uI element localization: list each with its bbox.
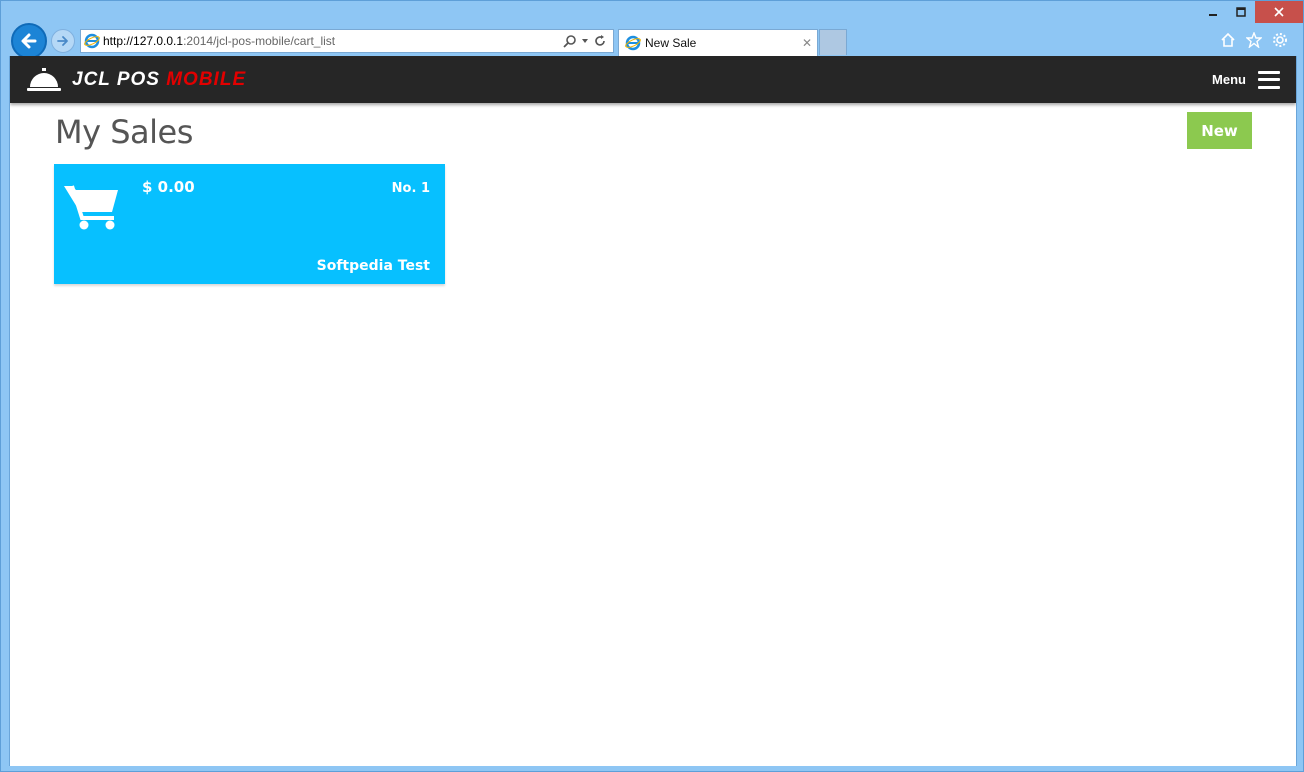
maximize-icon[interactable] — [1227, 1, 1255, 23]
address-tools — [563, 34, 613, 48]
title-row: My Sales New — [10, 103, 1296, 161]
window-controls — [1199, 1, 1303, 23]
tab-title: New Sale — [645, 36, 697, 50]
search-icon[interactable] — [563, 34, 577, 48]
close-window-icon[interactable] — [1255, 1, 1303, 23]
minimize-icon[interactable] — [1199, 1, 1227, 23]
menu-toggle[interactable]: Menu — [1212, 70, 1280, 89]
tab-close-icon[interactable]: ✕ — [797, 36, 817, 50]
chevron-down-icon[interactable] — [581, 37, 589, 45]
back-button[interactable] — [11, 23, 47, 59]
cart-customer: Softpedia Test — [316, 258, 430, 274]
shopping-cart-icon — [64, 185, 118, 230]
app-header: JCL POS MOBILE Menu — [10, 56, 1296, 103]
gear-icon[interactable] — [1271, 31, 1289, 49]
brand[interactable]: JCL POS MOBILE — [26, 67, 246, 93]
menu-label: Menu — [1212, 72, 1246, 87]
service-bell-icon — [27, 67, 61, 91]
new-sale-button[interactable]: New — [1187, 112, 1252, 149]
refresh-icon[interactable] — [593, 34, 607, 48]
cart-amount: $ 0.00 — [142, 178, 195, 196]
browser-toolbar — [1219, 31, 1289, 49]
ie-tab-icon — [625, 35, 641, 51]
arrow-right-icon — [57, 36, 68, 46]
cart-card[interactable]: $ 0.00 No. 1 Softpedia Test — [54, 164, 445, 284]
arrow-left-icon — [21, 33, 37, 49]
brand-name-main: JCL POS — [72, 68, 167, 90]
favorites-star-icon[interactable] — [1245, 31, 1263, 49]
url-host: http://127.0.0.1 — [103, 34, 184, 48]
brand-name-accent: MOBILE — [166, 68, 247, 90]
home-icon[interactable] — [1219, 31, 1237, 49]
page-title: My Sales — [55, 113, 193, 151]
brand-name: JCL POS MOBILE — [72, 69, 246, 91]
hamburger-icon — [1258, 70, 1280, 89]
url-text[interactable]: http://127.0.0.1:2014/jcl-pos-mobile/car… — [103, 34, 563, 48]
browser-tab[interactable]: New Sale ✕ — [618, 29, 818, 56]
ie-logo-icon — [81, 30, 103, 52]
cart-number: No. 1 — [391, 181, 430, 196]
new-tab-button[interactable] — [819, 29, 847, 55]
page-viewport: JCL POS MOBILE Menu My Sales New $ 0.00 … — [9, 56, 1297, 766]
browser-window: http://127.0.0.1:2014/jcl-pos-mobile/car… — [0, 0, 1304, 772]
forward-button[interactable] — [51, 29, 75, 53]
address-bar[interactable]: http://127.0.0.1:2014/jcl-pos-mobile/car… — [80, 29, 614, 53]
url-path: :2014/jcl-pos-mobile/cart_list — [183, 34, 336, 48]
